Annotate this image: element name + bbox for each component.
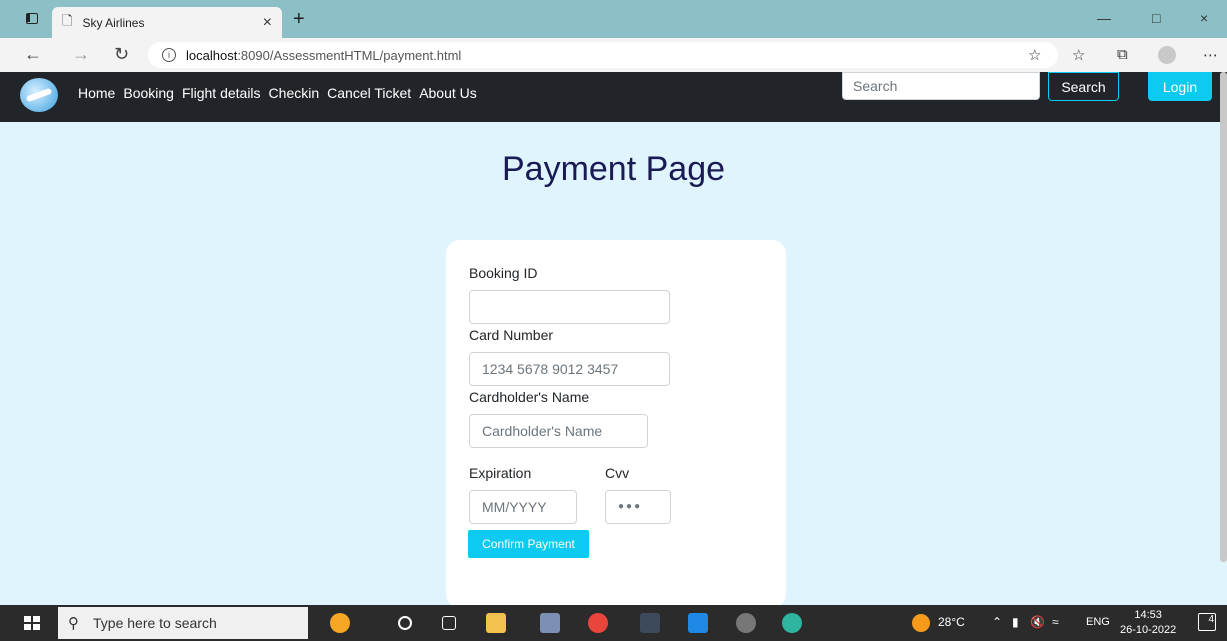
booking-id-label: Booking ID (469, 265, 538, 281)
refresh-icon[interactable]: ↻ (114, 44, 129, 65)
scrollbar[interactable] (1220, 72, 1227, 562)
url-host: localhost (186, 47, 238, 63)
clock[interactable]: 14:53 26-10-2022 (1120, 608, 1176, 638)
chevron-up-icon[interactable]: ⌃ (992, 615, 1002, 629)
cvv-input[interactable]: ●●● (605, 490, 671, 524)
windows-start-icon[interactable] (24, 616, 40, 630)
new-tab-icon[interactable]: + (293, 8, 305, 31)
url-field[interactable]: i localhost:8090/AssessmentHTML/payment.… (148, 42, 1058, 68)
temperature: 28°C (938, 615, 965, 629)
card-number-input[interactable]: 1234 5678 9012 3457 (469, 352, 670, 386)
profile-avatar[interactable] (1158, 46, 1176, 64)
nav-links: Home Booking Flight details Checkin Canc… (78, 85, 485, 101)
edge-icon[interactable] (782, 613, 802, 633)
forward-icon[interactable]: → (72, 44, 90, 65)
close-window-icon[interactable]: × (1200, 10, 1208, 26)
chrome-icon[interactable] (588, 613, 608, 633)
search-button[interactable]: Search (1048, 72, 1119, 101)
windows-taskbar: ⚲ Type here to search 28°C ⌃ ▮ 🔇 ≈ ENG 1… (0, 605, 1227, 641)
card-number-label: Card Number (469, 327, 554, 343)
taskbar-search[interactable]: ⚲ Type here to search (58, 607, 308, 639)
nav-flight-details[interactable]: Flight details (182, 85, 261, 101)
date: 26-10-2022 (1120, 624, 1177, 636)
volume-icon[interactable]: 🔇 (1030, 615, 1045, 629)
favorites-icon[interactable]: ☆ (1072, 46, 1085, 64)
favorite-add-icon[interactable]: ☆ (1028, 46, 1041, 64)
vscode-icon[interactable] (688, 613, 708, 633)
page-title: Payment Page (501, 150, 726, 188)
info-icon[interactable]: i (162, 48, 176, 62)
url-path: :8090/AssessmentHTML/payment.html (237, 47, 462, 63)
nav-home[interactable]: Home (78, 85, 115, 101)
more-options-icon[interactable]: ⋯ (1203, 46, 1218, 64)
settings-icon[interactable] (736, 613, 756, 633)
minimize-icon[interactable]: — (1097, 10, 1111, 26)
nav-booking[interactable]: Booking (123, 85, 174, 101)
nav-cancel-ticket[interactable]: Cancel Ticket (327, 85, 411, 101)
expiration-label: Expiration (469, 465, 532, 481)
search-highlight-icon[interactable] (330, 613, 350, 633)
booking-id-input[interactable] (469, 290, 670, 324)
cardholder-name-label: Cardholder's Name (469, 389, 590, 405)
browser-tab[interactable]: 🗋 Sky Airlines × (52, 7, 282, 38)
site-navbar: Home Booking Flight details Checkin Canc… (0, 72, 1227, 122)
maximize-icon[interactable]: □ (1152, 10, 1160, 26)
file-explorer-icon[interactable] (486, 613, 506, 633)
cortana-icon[interactable] (398, 616, 412, 630)
back-icon[interactable]: ← (24, 44, 42, 65)
notification-count: 4 (1208, 614, 1214, 625)
battery-icon[interactable]: ▮ (1012, 615, 1019, 629)
payment-form-card: Booking ID Card Number 1234 5678 9012 34… (446, 240, 786, 608)
time: 14:53 (1134, 609, 1162, 621)
task-view-icon[interactable] (442, 616, 456, 630)
eclipse-icon[interactable] (540, 613, 560, 633)
confirm-payment-button[interactable]: Confirm Payment (468, 530, 589, 558)
address-bar: ← → ↻ i localhost:8090/AssessmentHTML/pa… (0, 38, 1227, 72)
language-indicator[interactable]: ENG (1086, 616, 1110, 628)
page-icon: 🗋 (62, 12, 73, 28)
notification-icon[interactable]: 4 (1198, 613, 1216, 631)
login-button[interactable]: Login (1148, 72, 1212, 101)
cardholder-name-input[interactable]: Cardholder's Name (469, 414, 648, 448)
browser-tab-bar: 🗋 Sky Airlines × + — □ × (0, 0, 1227, 38)
nav-checkin[interactable]: Checkin (269, 85, 320, 101)
cvv-label: Cvv (605, 465, 630, 481)
search-input[interactable]: Search (842, 72, 1040, 100)
close-tab-icon[interactable]: × (263, 14, 272, 32)
wifi-icon[interactable]: ≈ (1052, 615, 1059, 629)
taskbar-search-placeholder: Type here to search (93, 615, 217, 631)
nav-about-us[interactable]: About Us (419, 85, 477, 101)
tab-title: Sky Airlines (82, 15, 145, 30)
tab-actions-icon[interactable] (26, 13, 38, 24)
search-icon: ⚲ (68, 615, 79, 632)
expiration-input[interactable]: MM/YYYY (469, 490, 577, 524)
terminal-icon[interactable] (640, 613, 660, 633)
weather-icon[interactable] (912, 614, 930, 632)
airline-logo[interactable] (20, 78, 58, 112)
collections-icon[interactable]: ⧉ (1117, 46, 1128, 63)
